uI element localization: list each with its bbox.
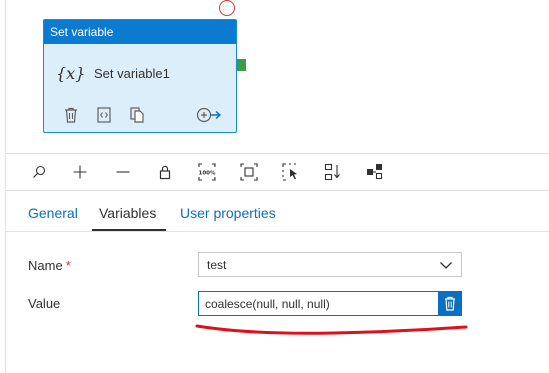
trash-icon [444, 296, 455, 311]
value-expression: coalesce(null, null, null) [205, 297, 330, 311]
delete-icon[interactable] [62, 106, 80, 124]
zoom-100-icon[interactable]: 100% [196, 162, 218, 182]
variable-icon: {x} [56, 64, 86, 83]
select-cursor-icon[interactable] [280, 162, 302, 182]
annotation-circle [219, 0, 235, 16]
value-input[interactable]: coalesce(null, null, null) [198, 291, 462, 316]
variable-name-dropdown[interactable]: test [198, 252, 462, 277]
annotation-underline [195, 324, 468, 335]
properties-tabs: General Variables User properties [6, 191, 549, 232]
code-icon[interactable] [95, 106, 113, 124]
set-variable-activity[interactable]: Set variable {x} Set variable1 [43, 19, 237, 133]
fit-to-screen-icon[interactable] [238, 162, 260, 182]
tab-user-properties[interactable]: User properties [180, 205, 276, 221]
activity-header: Set variable [44, 20, 236, 44]
active-tab-indicator [92, 229, 166, 231]
tab-general[interactable]: General [28, 205, 78, 221]
value-label: Value [28, 296, 61, 311]
name-label-text: Name [28, 258, 63, 273]
name-label: Name * [28, 258, 71, 273]
auto-align-icon[interactable] [322, 162, 344, 182]
canvas-toolbar: 100% [6, 153, 549, 191]
required-mark: * [65, 258, 71, 273]
zoom-100-text: 100% [199, 171, 216, 177]
add-output-icon[interactable] [196, 106, 222, 124]
clear-value-button[interactable] [438, 292, 461, 315]
zoom-in-icon[interactable] [69, 162, 91, 182]
zoom-out-icon[interactable] [112, 162, 134, 182]
pipeline-canvas[interactable]: Set variable {x} Set variable1 [0, 0, 549, 153]
search-icon[interactable] [28, 162, 50, 182]
activity-name: Set variable1 [94, 66, 170, 81]
variable-name-value: test [207, 258, 227, 272]
tab-variables[interactable]: Variables [99, 205, 156, 221]
lock-icon[interactable] [154, 162, 176, 182]
chevron-down-icon[interactable] [439, 258, 453, 272]
layout-icon[interactable] [364, 162, 386, 182]
copy-icon[interactable] [128, 106, 146, 124]
output-port[interactable] [237, 59, 246, 71]
